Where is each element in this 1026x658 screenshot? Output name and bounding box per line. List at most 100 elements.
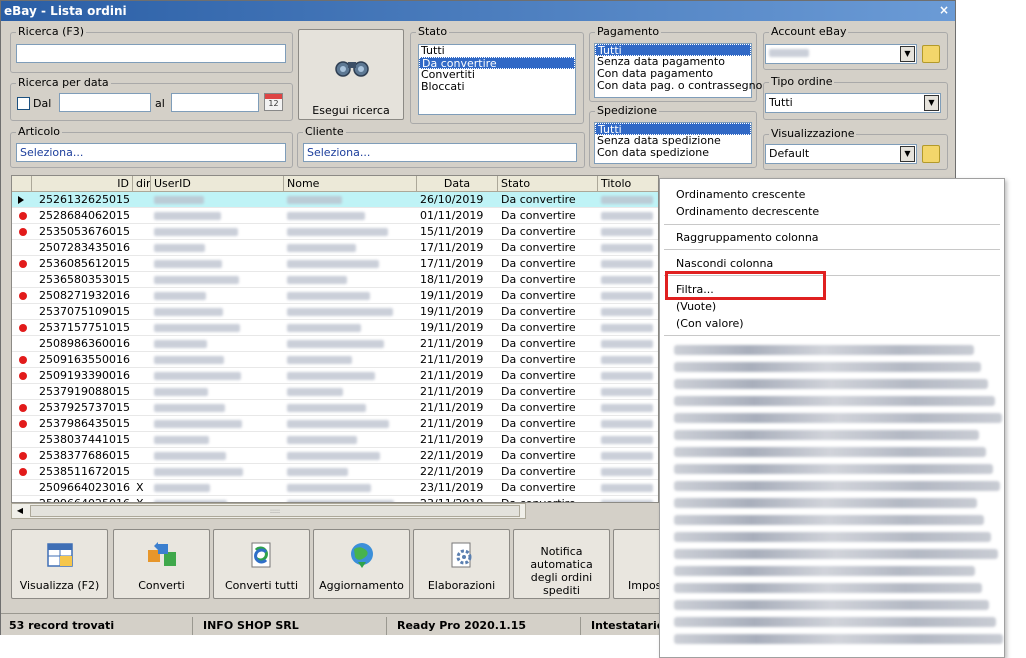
cell-userid-redacted[interactable]: [151, 496, 284, 502]
cell-stato[interactable]: Da convertire: [498, 192, 598, 208]
chevron-down-icon[interactable]: ▼: [924, 95, 939, 111]
column-header-titolo[interactable]: Titolo: [598, 176, 658, 192]
cell-id[interactable]: 2509664025016: [32, 496, 133, 502]
cell-data[interactable]: 17/11/2019: [417, 256, 498, 272]
table-row[interactable]: 2537986435015 21/11/2019 Da convertire: [12, 416, 658, 432]
cell-stato[interactable]: Da convertire: [498, 304, 598, 320]
table-row[interactable]: 2536085612015 17/11/2019 Da convertire: [12, 256, 658, 272]
cell-dir[interactable]: [133, 208, 151, 224]
cell-data[interactable]: 17/11/2019: [417, 240, 498, 256]
cell-nome-redacted[interactable]: [284, 208, 417, 224]
cell-userid-redacted[interactable]: [151, 336, 284, 352]
converti-tutti-button[interactable]: Converti tutti: [213, 529, 310, 599]
cell-id[interactable]: 2538037441015: [32, 432, 133, 448]
cell-stato[interactable]: Da convertire: [498, 400, 598, 416]
cell-nome-redacted[interactable]: [284, 400, 417, 416]
cell-stato[interactable]: Da convertire: [498, 480, 598, 496]
date-to-input[interactable]: [171, 93, 259, 112]
cell-data[interactable]: 18/11/2019: [417, 272, 498, 288]
table-row[interactable]: 2538037441015 21/11/2019 Da convertire: [12, 432, 658, 448]
cell-titolo-redacted[interactable]: [598, 448, 658, 464]
orders-grid[interactable]: ID dir UserID Nome Data Stato Titolo 252…: [11, 175, 659, 503]
cell-dir[interactable]: [133, 432, 151, 448]
cell-userid-redacted[interactable]: [151, 256, 284, 272]
cell-id[interactable]: 2537919088015: [32, 384, 133, 400]
cell-dir[interactable]: [133, 336, 151, 352]
cell-nome-redacted[interactable]: [284, 432, 417, 448]
table-row[interactable]: 2537919088015 21/11/2019 Da convertire: [12, 384, 658, 400]
scroll-left-icon[interactable]: ◀: [13, 505, 27, 517]
cell-dir[interactable]: [133, 320, 151, 336]
cell-userid-redacted[interactable]: [151, 416, 284, 432]
table-row[interactable]: 2528684062015 01/11/2019 Da convertire: [12, 208, 658, 224]
cell-titolo-redacted[interactable]: [598, 272, 658, 288]
cell-stato[interactable]: Da convertire: [498, 496, 598, 502]
cell-data[interactable]: 21/11/2019: [417, 368, 498, 384]
cell-nome-redacted[interactable]: [284, 240, 417, 256]
cell-userid-redacted[interactable]: [151, 304, 284, 320]
cell-stato[interactable]: Da convertire: [498, 368, 598, 384]
table-row[interactable]: 2538511672015 22/11/2019 Da convertire: [12, 464, 658, 480]
cell-stato[interactable]: Da convertire: [498, 448, 598, 464]
cell-id[interactable]: 2507283435016: [32, 240, 133, 256]
cell-titolo-redacted[interactable]: [598, 336, 658, 352]
cell-id[interactable]: 2508271932016: [32, 288, 133, 304]
cell-titolo-redacted[interactable]: [598, 416, 658, 432]
cell-userid-redacted[interactable]: [151, 272, 284, 288]
filter-value-redacted[interactable]: [674, 481, 1000, 491]
cell-data[interactable]: 26/10/2019: [417, 192, 498, 208]
cell-id[interactable]: 2537157751015: [32, 320, 133, 336]
filter-value-redacted[interactable]: [674, 634, 1003, 644]
cell-dir[interactable]: X: [133, 480, 151, 496]
cell-stato[interactable]: Da convertire: [498, 272, 598, 288]
cell-id[interactable]: 2537986435015: [32, 416, 133, 432]
cell-stato[interactable]: Da convertire: [498, 432, 598, 448]
cell-stato[interactable]: Da convertire: [498, 384, 598, 400]
cell-data[interactable]: 19/11/2019: [417, 320, 498, 336]
cell-stato[interactable]: Da convertire: [498, 240, 598, 256]
cell-nome-redacted[interactable]: [284, 480, 417, 496]
cell-titolo-redacted[interactable]: [598, 256, 658, 272]
filter-value-redacted[interactable]: [674, 583, 982, 593]
filter-value-redacted[interactable]: [674, 515, 984, 525]
filter-value-redacted[interactable]: [674, 498, 977, 508]
cell-titolo-redacted[interactable]: [598, 192, 658, 208]
table-row[interactable]: 2537925737015 21/11/2019 Da convertire: [12, 400, 658, 416]
elaborazioni-button[interactable]: Elaborazioni: [413, 529, 510, 599]
cell-id[interactable]: 2538377686015: [32, 448, 133, 464]
column-header-nome[interactable]: Nome: [284, 176, 417, 192]
cell-data[interactable]: 22/11/2019: [417, 448, 498, 464]
horizontal-scrollbar[interactable]: ◀ :::::: [11, 503, 526, 519]
cell-userid-redacted[interactable]: [151, 240, 284, 256]
menu-item-group-column[interactable]: Raggruppamento colonna: [676, 231, 819, 244]
cell-dir[interactable]: [133, 384, 151, 400]
cell-userid-redacted[interactable]: [151, 224, 284, 240]
folder-icon[interactable]: [922, 145, 940, 163]
filter-value-redacted[interactable]: [674, 617, 996, 627]
table-row[interactable]: 2507283435016 17/11/2019 Da convertire: [12, 240, 658, 256]
cliente-selector[interactable]: Seleziona...: [303, 143, 577, 162]
menu-item-sort-desc[interactable]: Ordinamento decrescente: [676, 205, 819, 218]
cell-dir[interactable]: [133, 448, 151, 464]
table-row[interactable]: 2538377686015 22/11/2019 Da convertire: [12, 448, 658, 464]
cell-stato[interactable]: Da convertire: [498, 288, 598, 304]
cell-nome-redacted[interactable]: [284, 192, 417, 208]
cell-data[interactable]: 01/11/2019: [417, 208, 498, 224]
close-icon[interactable]: ×: [937, 4, 951, 18]
cell-dir[interactable]: [133, 224, 151, 240]
cell-titolo-redacted[interactable]: [598, 240, 658, 256]
menu-item-with-value[interactable]: (Con valore): [676, 317, 744, 330]
cell-data[interactable]: 22/11/2019: [417, 464, 498, 480]
cell-userid-redacted[interactable]: [151, 352, 284, 368]
cell-userid-redacted[interactable]: [151, 192, 284, 208]
filter-value-redacted[interactable]: [674, 413, 1002, 423]
cell-id[interactable]: 2536085612015: [32, 256, 133, 272]
folder-icon[interactable]: [922, 45, 940, 63]
cell-titolo-redacted[interactable]: [598, 288, 658, 304]
filter-value-redacted[interactable]: [674, 464, 993, 474]
cell-id[interactable]: 2528684062015: [32, 208, 133, 224]
list-item[interactable]: Tutti: [419, 45, 575, 57]
date-from-input[interactable]: [59, 93, 151, 112]
column-header-id[interactable]: ID: [32, 176, 133, 192]
cell-titolo-redacted[interactable]: [598, 208, 658, 224]
